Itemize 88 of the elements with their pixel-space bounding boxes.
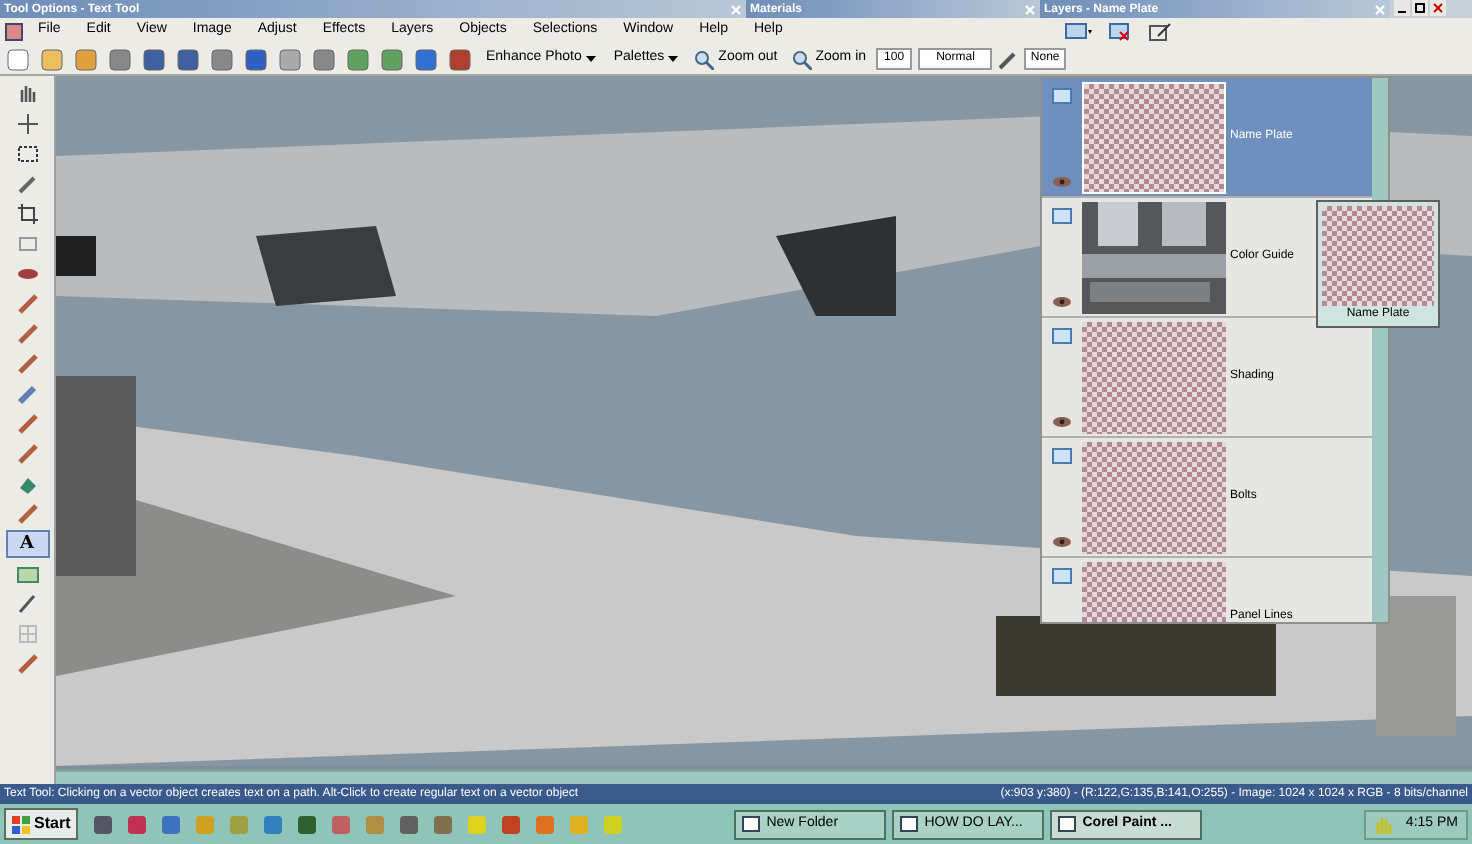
app-icon: [330, 813, 353, 835]
brush-tool-icon: [15, 352, 39, 376]
retouch-tool-icon: [15, 382, 39, 406]
edit-layer-icon: [1148, 21, 1172, 41]
layer-icon: [1052, 207, 1072, 223]
crop-tool-icon: [15, 202, 39, 226]
layer-icon: [1064, 21, 1092, 41]
caret-icon: [668, 56, 679, 62]
windows-logo-icon: [12, 815, 30, 833]
toolbar-icon: [174, 47, 202, 71]
app-icon: [466, 813, 489, 835]
toolbar-icon: [446, 47, 474, 71]
quick-launch-button[interactable]: [500, 813, 523, 835]
brush-tool-icon: [15, 502, 39, 526]
toolbar-icon: [140, 47, 168, 71]
layer-icon: [1052, 87, 1072, 103]
layer-icon: [1052, 327, 1072, 343]
eye-icon: [1052, 175, 1072, 187]
tooltip-thumbnail: [1322, 206, 1434, 306]
quick-launch-button[interactable]: [398, 813, 421, 835]
tool-button[interactable]: A: [5, 530, 49, 558]
layer-icon: [1052, 447, 1072, 463]
app-icon: [228, 813, 251, 835]
app-icon: [602, 813, 625, 835]
layer-thumbnail: [1082, 81, 1226, 193]
shape-tool-icon: [15, 562, 39, 586]
close-icon: [1024, 3, 1036, 15]
app-icon: [568, 813, 591, 835]
window-icon: [742, 816, 761, 832]
app-icon: [398, 813, 421, 835]
app-icon: [194, 813, 217, 835]
toolbar-icon: [310, 47, 338, 71]
toolbar-icon: [72, 47, 100, 71]
toolbar-icon: [106, 47, 134, 71]
app-icon: [160, 813, 183, 835]
toolbar-icon: [38, 47, 66, 71]
eye-icon: [1052, 415, 1072, 427]
toolbar-icon: [242, 47, 270, 71]
app-icon: [126, 813, 149, 835]
brush-icon: [998, 49, 1019, 69]
magnifier-icon: [791, 49, 812, 69]
window-icon: [1058, 816, 1077, 832]
brush-tool-icon: [15, 412, 39, 436]
delete-layer-icon: [1108, 21, 1132, 41]
close-icon: [1374, 3, 1386, 15]
layer-icon: [1052, 567, 1072, 583]
magnifier-icon: [694, 49, 715, 69]
brush-tool-icon: [15, 652, 39, 676]
brush-tool-icon: [15, 322, 39, 346]
layer-thumbnail: [1082, 441, 1226, 553]
layer-thumbnail: [1082, 201, 1226, 313]
eye-icon: [1052, 535, 1072, 547]
move-tool-icon: [15, 112, 39, 136]
grid-tool-icon: [15, 622, 39, 646]
quick-launch-button[interactable]: [92, 813, 115, 835]
toolbar-icon: [378, 47, 406, 71]
toolbar-icon: [4, 47, 32, 71]
app-icon: [500, 813, 523, 835]
app-icon: [364, 813, 387, 835]
brush-tool-icon: [15, 292, 39, 316]
app-icon: [432, 813, 455, 835]
pen-tool-icon: [15, 592, 39, 616]
quick-launch-button[interactable]: [160, 813, 183, 835]
brush-tool-icon: [15, 442, 39, 466]
window-icon: [900, 816, 919, 832]
toolbar-icon: [344, 47, 372, 71]
app-icon: [92, 813, 115, 835]
toolbar-icon: [208, 47, 236, 71]
app-icon: [534, 813, 557, 835]
start-button[interactable]: Start: [4, 808, 79, 840]
quick-launch-button[interactable]: [126, 813, 149, 835]
select-tool-icon: [15, 142, 39, 166]
eye-icon: [1052, 295, 1072, 307]
quick-launch-button[interactable]: [296, 813, 319, 835]
app-icon: [262, 813, 285, 835]
layer-thumbnail: [1082, 321, 1226, 433]
quick-launch-button[interactable]: [262, 813, 285, 835]
deform-tool-icon: [15, 232, 39, 256]
dropper-tool-icon: [15, 172, 39, 196]
close-icon: [730, 3, 742, 15]
horizontal-scrollbar[interactable]: [56, 770, 1472, 784]
app-icon: [4, 21, 24, 41]
quick-launch-button[interactable]: [330, 813, 353, 835]
quick-launch-button[interactable]: [432, 813, 455, 835]
app-icon: [296, 813, 319, 835]
caret-icon: [585, 56, 596, 62]
toolbar-icon: [412, 47, 440, 71]
fill-tool-icon: [15, 472, 39, 496]
